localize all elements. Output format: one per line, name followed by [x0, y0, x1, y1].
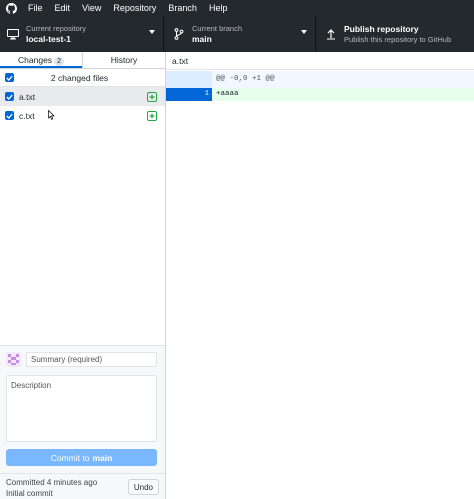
diff-file-name: a.txt [172, 55, 189, 66]
undo-button[interactable]: Undo [127, 479, 159, 495]
menu-branch[interactable]: Branch [162, 0, 203, 16]
chevron-down-icon [301, 30, 307, 34]
branch-icon [172, 27, 186, 41]
file-name: c.txt [19, 110, 35, 121]
old-line-number [166, 88, 189, 101]
recent-commit-bar: Committed 4 minutes ago Initial commit U… [0, 473, 165, 499]
file-checkbox[interactable] [5, 111, 14, 120]
current-repository-name: local-test-1 [26, 33, 71, 44]
menu-bar: File Edit View Repository Branch Help [0, 0, 474, 16]
mouse-cursor-icon [48, 109, 55, 122]
commit-button[interactable]: Commit to main [6, 449, 157, 466]
diff-hunk-header: @@ -0,0 +1 @@ [166, 71, 474, 88]
select-all-checkbox[interactable] [5, 73, 14, 82]
current-branch-button[interactable]: Current branch main [164, 16, 316, 52]
new-line-number: 1 [189, 88, 212, 101]
diff-added-line[interactable]: 1 +aaaa [166, 88, 474, 101]
diff-line-text: +aaaa [216, 90, 239, 98]
changed-files-count: 2 changed files [50, 72, 109, 83]
changes-sidebar: Changes 2 History 2 changed files a.txt c… [0, 52, 166, 499]
changes-count-badge: 2 [54, 57, 64, 66]
file-row-c-txt[interactable]: c.txt [0, 106, 165, 125]
tab-history[interactable]: History [83, 52, 165, 68]
file-checkbox[interactable] [5, 92, 14, 101]
menu-file[interactable]: File [22, 0, 49, 16]
menu-edit[interactable]: Edit [49, 0, 77, 16]
publish-repository-title: Publish repository [344, 23, 419, 34]
commit-description-input[interactable] [6, 375, 157, 442]
recent-commit-time: Committed 4 minutes ago [6, 478, 98, 487]
chevron-down-icon [149, 30, 155, 34]
changed-files-header: 2 changed files [0, 69, 165, 87]
menu-view[interactable]: View [76, 0, 107, 16]
hunk-header-text: @@ -0,0 +1 @@ [216, 75, 275, 83]
commit-summary-input[interactable] [26, 352, 157, 367]
hunk-gutter[interactable] [166, 71, 212, 88]
github-logo-icon [0, 2, 22, 14]
tab-history-label: History [110, 55, 138, 65]
file-added-icon [147, 91, 157, 102]
commit-button-label: Commit to [50, 452, 90, 463]
current-repository-label: Current repository [26, 23, 87, 33]
upload-icon [324, 27, 338, 41]
tab-changes-label: Changes [18, 55, 53, 65]
line-number-gutter[interactable]: 1 [166, 88, 212, 101]
toolbar: Current repository local-test-1 Current … [0, 16, 474, 52]
publish-repository-subtitle: Publish this repository to GitHub [344, 34, 452, 44]
desktop-icon [6, 27, 20, 41]
current-branch-label: Current branch [192, 23, 243, 33]
file-row-a-txt[interactable]: a.txt [0, 87, 165, 106]
sidebar-tabs: Changes 2 History [0, 52, 165, 69]
commit-button-branch: main [92, 452, 113, 463]
commit-panel: Commit tomain Committed 4 minutes ago In… [0, 345, 165, 499]
avatar [6, 352, 21, 367]
tab-changes[interactable]: Changes 2 [0, 52, 82, 68]
file-name: a.txt [19, 91, 36, 102]
menu-help[interactable]: Help [203, 0, 234, 16]
recent-commit-message: Initial commit [6, 489, 53, 498]
publish-repository-button[interactable]: Publish repository Publish this reposito… [316, 16, 474, 52]
current-branch-name: main [192, 33, 212, 44]
diff-file-header: a.txt [166, 52, 474, 70]
current-repository-button[interactable]: Current repository local-test-1 [0, 16, 164, 52]
diff-panel: a.txt @@ -0,0 +1 @@ 1 +aaaa [166, 52, 474, 499]
file-added-icon [147, 110, 157, 121]
menu-repository[interactable]: Repository [107, 0, 162, 16]
